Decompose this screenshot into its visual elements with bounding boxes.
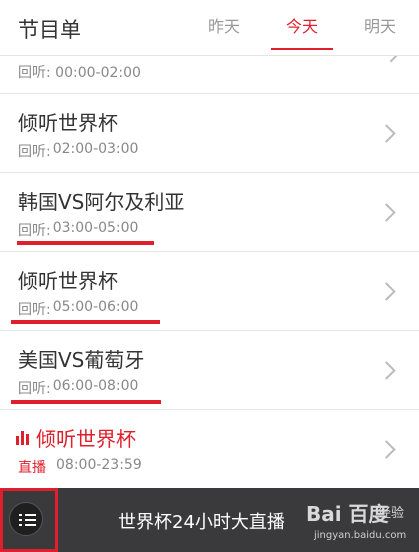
program-live-time: 直播 08:00-23:59 <box>18 457 142 476</box>
list-item[interactable]: 倾听世界杯 回听: 02:00-03:00 <box>0 94 419 173</box>
program-replay-time: 回听: 00:00-02:00 <box>18 65 141 81</box>
chevron-right-icon <box>377 282 396 301</box>
annotation-underline <box>11 320 160 324</box>
tab-tomorrow[interactable]: 明天 <box>341 0 419 56</box>
chevron-right-icon <box>377 361 396 380</box>
baidu-logo: Bai 百度 <box>306 502 389 526</box>
program-replay-time: 回听: 03:00-05:00 <box>18 220 139 239</box>
program-title: 韩国VS阿尔及利亚 <box>18 190 185 214</box>
program-title: 倾听世界杯 <box>16 423 136 452</box>
baidu-jingyan-watermark: Bai 百度 经验 jingyan.baidu.com <box>306 496 416 548</box>
chevron-right-icon <box>377 124 396 143</box>
chevron-right-icon <box>377 440 396 459</box>
program-title: 美国VS葡萄牙 <box>18 348 145 372</box>
player-bar: 世界杯24小时大直播 Bai 百度 经验 jingyan.baidu.com <box>0 488 419 552</box>
now-playing-title: 世界杯24小时大直播 <box>118 512 285 533</box>
annotation-underline <box>17 241 154 245</box>
program-list[interactable]: 回听: 00:00-02:00 倾听世界杯 回听: 02:00-03:00 韩国… <box>0 56 419 488</box>
day-tabs: 昨天 今天 明天 <box>185 0 419 56</box>
app-header: 节目单 昨天 今天 明天 <box>0 0 419 56</box>
tab-today[interactable]: 今天 <box>263 0 341 56</box>
audio-bars-icon <box>16 430 30 445</box>
list-item-live[interactable]: 倾听世界杯 直播 08:00-23:59 <box>0 410 419 488</box>
watermark-word: 经验 <box>378 506 405 521</box>
page-title: 节目单 <box>18 18 81 42</box>
list-menu-button[interactable] <box>9 502 43 536</box>
list-item-partial[interactable]: 回听: 00:00-02:00 <box>0 56 419 94</box>
live-badge: 直播 <box>18 460 46 476</box>
program-title: 倾听世界杯 <box>18 111 118 135</box>
chevron-right-icon <box>377 203 396 222</box>
program-replay-time: 回听: 05:00-06:00 <box>18 299 139 318</box>
watermark-url: jingyan.baidu.com <box>314 530 407 541</box>
annotation-underline <box>11 400 161 404</box>
tab-yesterday[interactable]: 昨天 <box>185 0 263 56</box>
program-replay-time: 回听: 06:00-08:00 <box>18 378 139 397</box>
list-item[interactable]: 美国VS葡萄牙 回听: 06:00-08:00 <box>0 331 419 410</box>
program-title: 倾听世界杯 <box>18 269 118 293</box>
program-replay-time: 回听: 02:00-03:00 <box>18 141 139 160</box>
chevron-right-icon <box>382 56 400 63</box>
